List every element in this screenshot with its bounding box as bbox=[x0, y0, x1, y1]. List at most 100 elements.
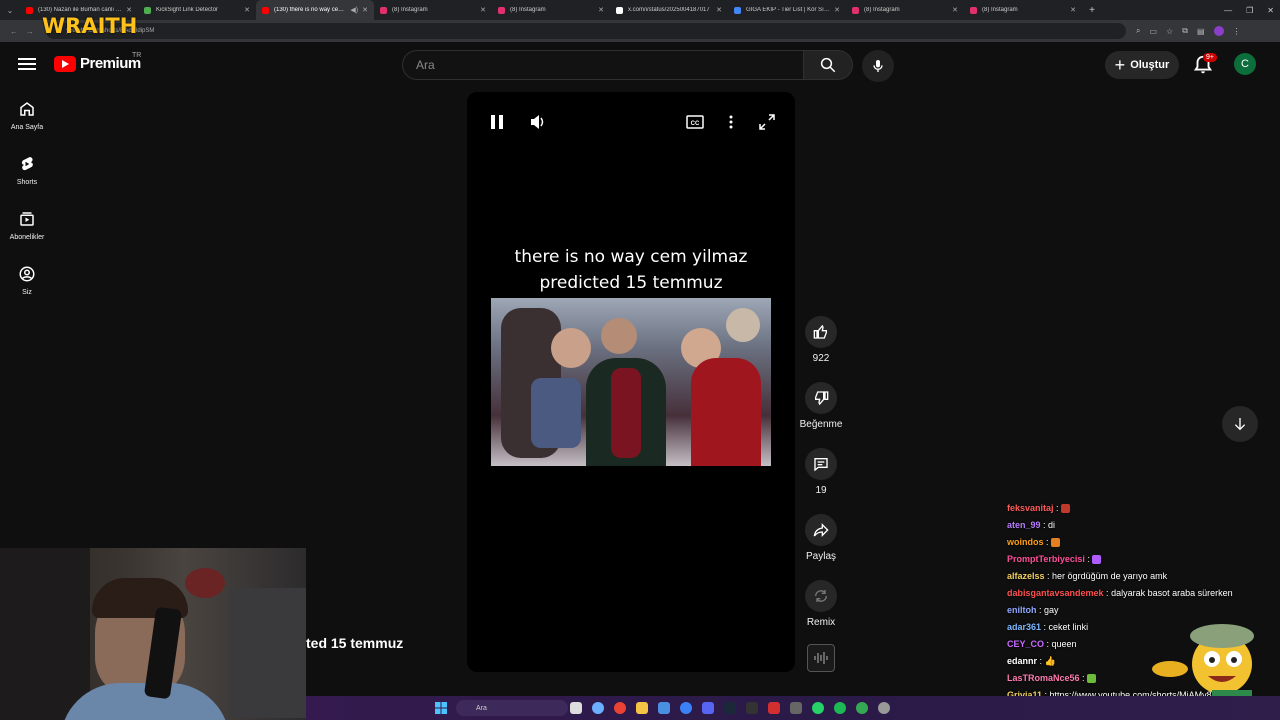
pause-button[interactable] bbox=[487, 112, 507, 132]
guide-item-home[interactable]: Ana Sayfa bbox=[0, 88, 54, 143]
menu-kebab-icon[interactable]: ⋮ bbox=[1233, 27, 1241, 36]
share-label: Paylaş bbox=[805, 551, 836, 562]
sidebar-icon[interactable]: ▤ bbox=[1197, 27, 1205, 36]
create-button[interactable]: + Oluştur bbox=[1105, 51, 1179, 79]
guide-item-shorts[interactable]: Shorts bbox=[0, 143, 54, 198]
chat-separator: : bbox=[1040, 520, 1049, 530]
chat-username[interactable]: feksvanitaj bbox=[1007, 503, 1054, 513]
cast-icon[interactable]: ▭ bbox=[1149, 27, 1157, 36]
chat-separator: : bbox=[1044, 571, 1053, 581]
windows-start-icon[interactable] bbox=[435, 702, 447, 714]
discord-icon[interactable] bbox=[702, 702, 714, 714]
address-bar[interactable]: youtube.com/shorts/RAdVIdipSM bbox=[46, 23, 1126, 39]
profile-avatar[interactable] bbox=[1213, 26, 1224, 36]
chat-username[interactable]: alfazelss bbox=[1007, 571, 1045, 581]
volume-button[interactable] bbox=[528, 112, 548, 132]
store-icon[interactable] bbox=[658, 702, 670, 714]
guide-item-you[interactable]: Siz bbox=[0, 253, 54, 308]
docs-favicon-icon bbox=[734, 6, 741, 14]
shorts-icon bbox=[21, 157, 33, 171]
chat-username[interactable]: edannr bbox=[1007, 656, 1037, 666]
taskbar-search-input[interactable]: Ara bbox=[456, 700, 568, 716]
tab-title: GİGA EKİP - Tier List | Kör Sıralama bbox=[746, 7, 830, 13]
ccleaner-icon[interactable] bbox=[680, 702, 692, 714]
chat-username[interactable]: adar361 bbox=[1007, 622, 1041, 632]
browser-tab[interactable]: GİGA EKİP - Tier List | Kör Sıralama ✕ bbox=[728, 0, 846, 20]
comments-button[interactable] bbox=[805, 448, 837, 480]
extensions-icon[interactable]: ⧉ bbox=[1182, 26, 1188, 36]
browser-tab[interactable]: KickSight Link Detector ✕ bbox=[138, 0, 256, 20]
shorts-player[interactable]: CC there is no way cem yilmaz predicted … bbox=[467, 92, 795, 672]
more-options-button[interactable] bbox=[721, 112, 741, 132]
sound-pivot-button[interactable] bbox=[807, 644, 835, 672]
like-button[interactable] bbox=[805, 316, 837, 348]
chat-separator: : bbox=[1041, 622, 1049, 632]
file-explorer-icon[interactable] bbox=[636, 702, 648, 714]
steam-icon[interactable] bbox=[724, 702, 736, 714]
browser-tab[interactable]: (8) Instagram ✕ bbox=[846, 0, 964, 20]
guide-item-subscriptions[interactable]: Abonelikler bbox=[0, 198, 54, 253]
tab-close-icon[interactable]: ✕ bbox=[834, 6, 840, 14]
forward-icon[interactable]: → bbox=[22, 27, 38, 36]
spotify-icon[interactable] bbox=[834, 702, 846, 714]
tab-close-icon[interactable]: ✕ bbox=[126, 6, 132, 14]
tab-close-icon[interactable]: ✕ bbox=[362, 6, 368, 14]
bookmark-star-icon[interactable]: ☆ bbox=[1166, 27, 1173, 36]
chat-separator: : bbox=[1037, 656, 1045, 666]
browser-tab[interactable]: (8) Instagram ✕ bbox=[492, 0, 610, 20]
app-red-icon[interactable] bbox=[768, 702, 780, 714]
chat-username[interactable]: CEY_CO bbox=[1007, 639, 1044, 649]
tab-audio-icon[interactable]: ◀) bbox=[350, 6, 358, 14]
tab-close-icon[interactable]: ✕ bbox=[244, 6, 250, 14]
fullscreen-button[interactable] bbox=[757, 112, 777, 132]
maximize-icon[interactable]: ❐ bbox=[1246, 6, 1253, 15]
browser-tab[interactable]: (8) Instagram ✕ bbox=[374, 0, 492, 20]
extension-icons: ⌕ ▭ ☆ ⧉ ▤ ⋮ bbox=[1136, 26, 1241, 36]
tab-search-icon[interactable]: ⌄ bbox=[0, 0, 20, 20]
taskview-icon[interactable] bbox=[570, 702, 582, 714]
chat-message: dabisgantavsandemek : dalyarak basot ara… bbox=[1007, 585, 1280, 602]
next-short-button[interactable] bbox=[1222, 406, 1258, 442]
tab-close-icon[interactable]: ✕ bbox=[952, 6, 958, 14]
chat-username[interactable]: dabisgantavsandemek bbox=[1007, 588, 1104, 598]
browser-tab[interactable]: x.com/i/status/2025004187017 ✕ bbox=[610, 0, 728, 20]
chat-username[interactable]: aten_99 bbox=[1007, 520, 1041, 530]
thumbs-down-icon bbox=[815, 391, 829, 406]
captions-button[interactable]: CC bbox=[685, 112, 705, 132]
tab-close-icon[interactable]: ✕ bbox=[598, 6, 604, 14]
browser-tab[interactable]: (8) Instagram ✕ bbox=[964, 0, 1082, 20]
obs-icon[interactable] bbox=[746, 702, 758, 714]
zoom-icon[interactable]: ⌕ bbox=[1136, 26, 1140, 36]
browser-tab-active[interactable]: (130) there is no way cem y ◀) ✕ bbox=[256, 0, 374, 20]
account-avatar[interactable]: C bbox=[1234, 53, 1256, 75]
dislike-button[interactable] bbox=[805, 382, 837, 414]
voice-search-button[interactable] bbox=[862, 50, 894, 82]
chat-username[interactable]: PromptTerbiyecisi bbox=[1007, 554, 1085, 564]
chat-username[interactable]: LasTRomaNce56 bbox=[1007, 673, 1080, 683]
copilot-icon[interactable] bbox=[592, 702, 604, 714]
remix-button[interactable] bbox=[805, 580, 837, 612]
app-gray-icon[interactable] bbox=[790, 702, 802, 714]
app-settings-icon[interactable] bbox=[878, 702, 890, 714]
chat-username[interactable]: woindos bbox=[1007, 537, 1044, 547]
share-button[interactable] bbox=[805, 514, 837, 546]
shorts-actions: 922 Beğenme 19 Paylaş Remix bbox=[798, 316, 844, 646]
browser-tab-strip: ⌄ (130) Nazan ile Burhan canlı yayın ✕ K… bbox=[0, 0, 1280, 20]
search-input[interactable]: Ara bbox=[402, 50, 804, 80]
new-tab-button[interactable]: + bbox=[1082, 5, 1102, 16]
chat-message: aten_99 : di bbox=[1007, 517, 1280, 534]
menu-hamburger-icon[interactable] bbox=[18, 55, 36, 73]
minimize-icon[interactable]: — bbox=[1224, 6, 1232, 15]
chat-username[interactable]: eniltoh bbox=[1007, 605, 1037, 615]
tab-close-icon[interactable]: ✕ bbox=[716, 6, 722, 14]
search-button[interactable] bbox=[803, 50, 853, 80]
back-icon[interactable]: ← bbox=[6, 27, 22, 36]
whatsapp-icon[interactable] bbox=[812, 702, 824, 714]
close-window-icon[interactable]: ✕ bbox=[1267, 6, 1274, 15]
youtube-premium-logo[interactable]: Premium bbox=[54, 55, 141, 72]
chat-text: di bbox=[1048, 520, 1056, 530]
chrome-alt-icon[interactable] bbox=[856, 702, 868, 714]
tab-close-icon[interactable]: ✕ bbox=[1070, 6, 1076, 14]
tab-close-icon[interactable]: ✕ bbox=[480, 6, 486, 14]
chrome-icon[interactable] bbox=[614, 702, 626, 714]
